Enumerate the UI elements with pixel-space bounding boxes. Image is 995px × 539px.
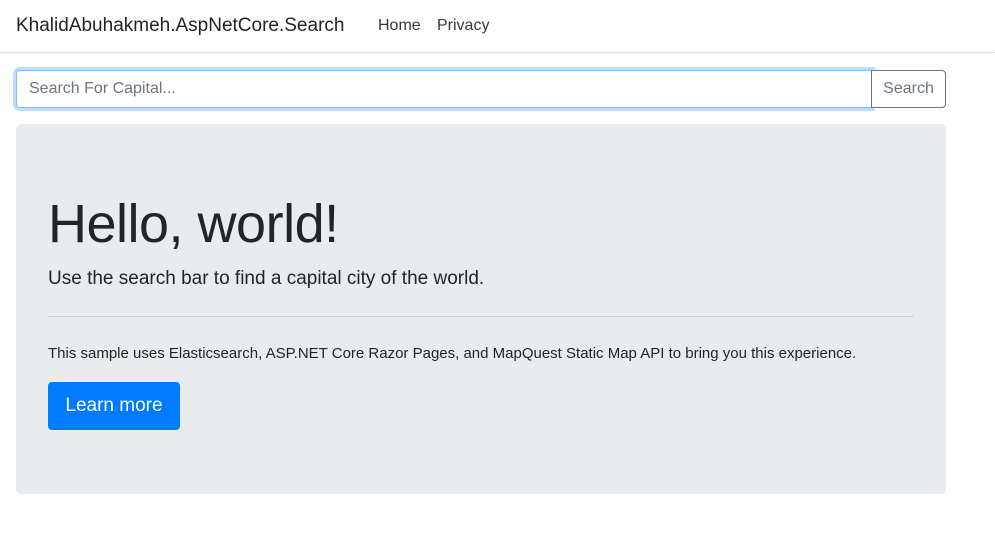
search-button[interactable]: Search [871, 70, 946, 108]
navbar-brand[interactable]: KhalidAbuhakmeh.AspNetCore.Search [16, 14, 344, 38]
search-input[interactable] [16, 70, 872, 108]
description-text: This sample uses Elasticsearch, ASP.NET … [48, 345, 857, 362]
learn-more-button[interactable]: Learn more [48, 382, 180, 430]
search-form: Search [16, 70, 946, 108]
lead-text: Use the search bar to find a capital cit… [48, 268, 485, 289]
page-title: Hello, world! [48, 194, 339, 254]
jumbotron: Hello, world! Use the search bar to find… [16, 124, 946, 494]
nav-link-home[interactable]: Home [378, 15, 421, 37]
navbar: KhalidAbuhakmeh.AspNetCore.Search Home P… [0, 0, 995, 53]
divider [48, 316, 914, 317]
nav-link-privacy[interactable]: Privacy [437, 15, 489, 37]
